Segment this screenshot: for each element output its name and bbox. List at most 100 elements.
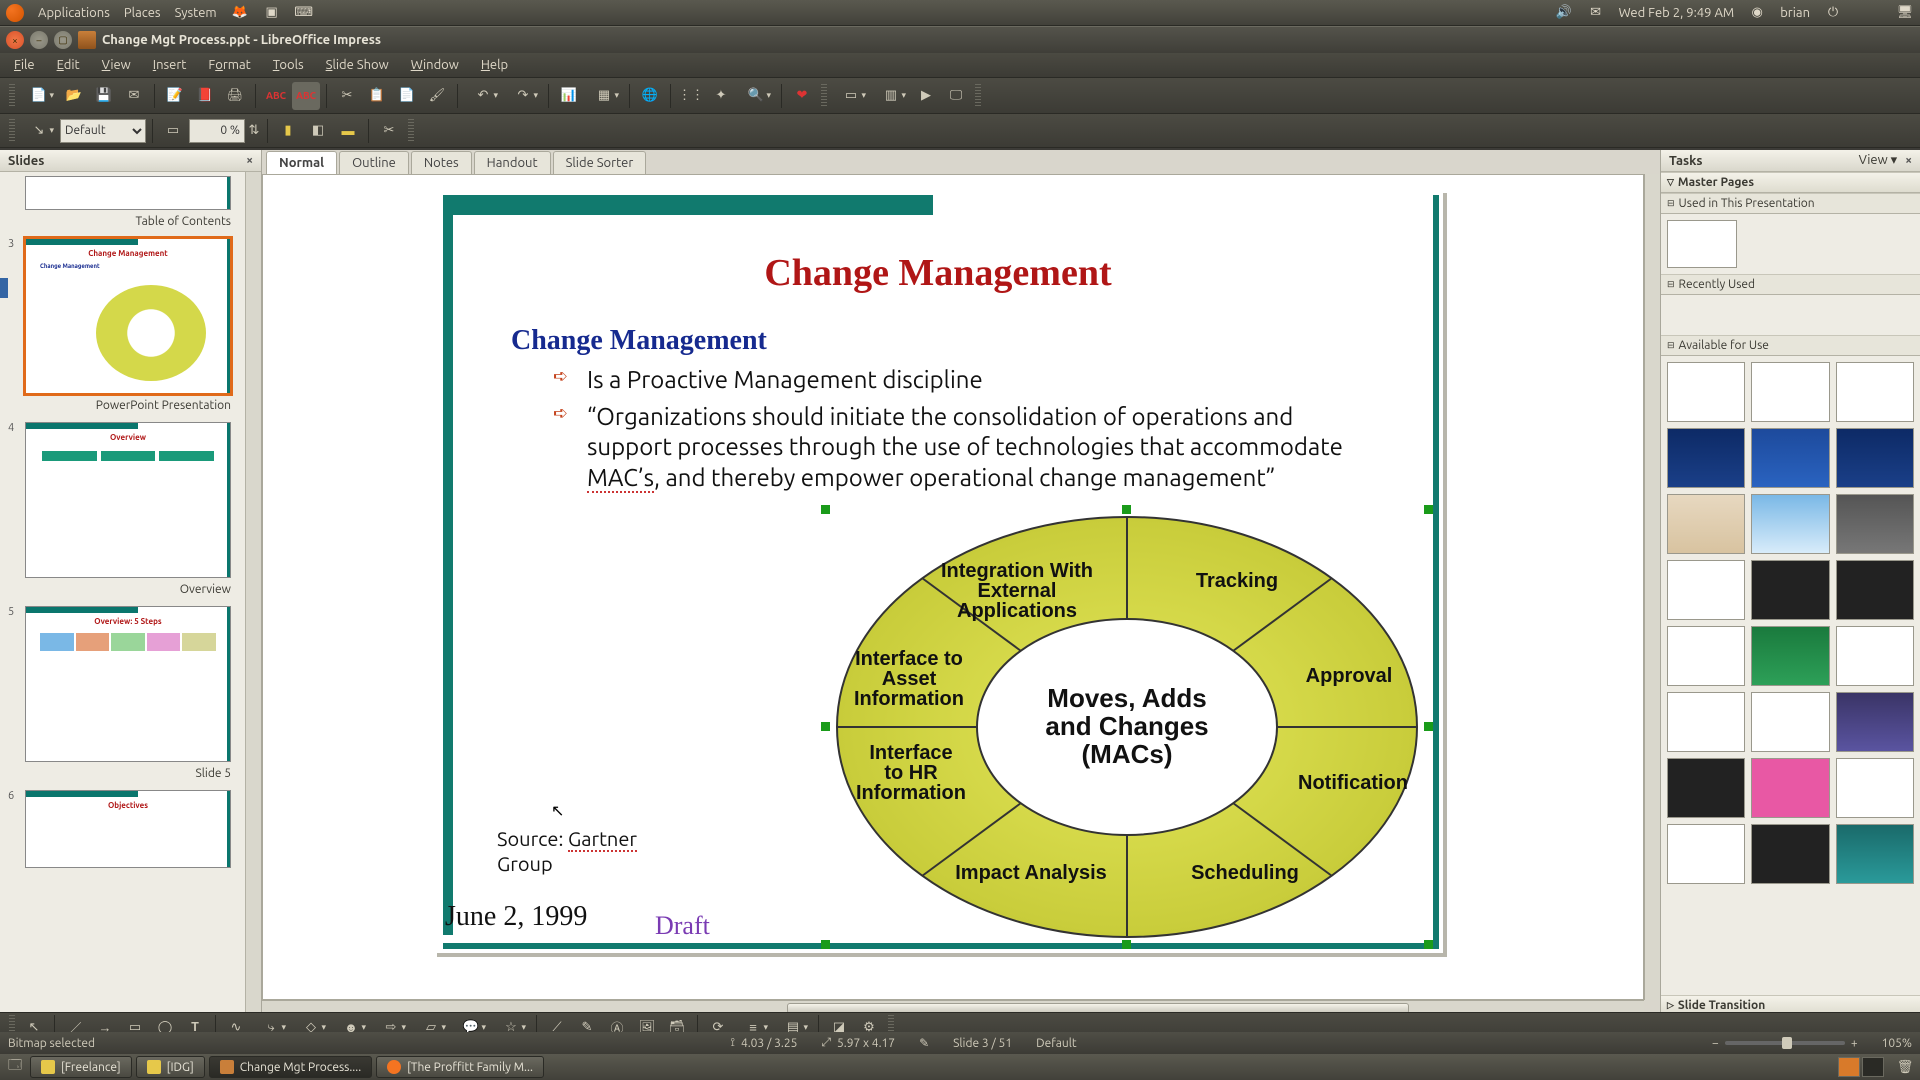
resize-handle[interactable] [1424, 505, 1433, 514]
master-thumb[interactable] [1836, 560, 1914, 620]
bullet-item[interactable]: “Organizations should initiate the conso… [553, 402, 1383, 494]
toolbar-grip[interactable] [975, 84, 981, 108]
slide-subtitle[interactable]: Change Management [511, 325, 767, 357]
master-thumb[interactable] [1836, 824, 1914, 884]
section-available[interactable]: ⊟Available for Use [1661, 335, 1920, 356]
master-thumb[interactable] [1751, 626, 1829, 686]
menu-system[interactable]: System [175, 6, 217, 20]
terminal-icon[interactable]: ⌨ [295, 4, 313, 22]
task-impress[interactable]: Change Mgt Process.... [209, 1056, 372, 1078]
slide-list[interactable]: Table of Contents 3 Change Management Ch… [0, 172, 261, 1016]
master-thumb[interactable] [1751, 758, 1829, 818]
slide-date[interactable]: June 2, 1999 [445, 901, 587, 933]
spinner-buttons[interactable]: ⇅ [247, 117, 261, 145]
autospell-button[interactable]: ABC [292, 82, 320, 110]
menu-slideshow[interactable]: Slide Show [316, 55, 399, 75]
slide-thumb[interactable]: Overview [25, 422, 231, 578]
resize-handle[interactable] [1122, 940, 1131, 949]
menu-applications[interactable]: Applications [38, 6, 110, 20]
toolbar-grip[interactable] [821, 84, 827, 108]
firefox-icon[interactable]: 🦊 [231, 4, 249, 22]
display-icon[interactable]: 🖥 [1896, 4, 1914, 22]
slide-surface[interactable]: Change Management Change Management Is a… [433, 189, 1443, 953]
edit-file-button[interactable]: 📝 [161, 82, 189, 110]
section-recent[interactable]: ⊟Recently Used [1661, 274, 1920, 295]
bullet-item[interactable]: Is a Proactive Management discipline [553, 365, 1383, 396]
task-firefox[interactable]: [The Proffitt Family M... [376, 1056, 544, 1078]
presentation-button[interactable]: 🖵 [942, 82, 970, 110]
area-style-button[interactable]: ▮ [274, 117, 302, 145]
resize-handle[interactable] [1424, 722, 1433, 731]
slide-draft[interactable]: Draft [655, 911, 710, 941]
status-signature[interactable]: ✎ [919, 1036, 929, 1050]
line-style-select[interactable]: Default [60, 119, 146, 143]
master-thumb[interactable] [1751, 560, 1829, 620]
slide-thumb[interactable]: Change Management Change Management [25, 238, 231, 394]
slide-show-button[interactable]: ▶ [912, 82, 940, 110]
menu-help[interactable]: Help [471, 55, 518, 75]
menu-file[interactable]: File [4, 55, 45, 75]
zoom-slider[interactable]: − + [1712, 1037, 1858, 1050]
tab-handout[interactable]: Handout [474, 151, 551, 174]
menu-window[interactable]: Window [401, 55, 469, 75]
menu-places[interactable]: Places [124, 6, 161, 20]
master-thumb[interactable] [1836, 758, 1914, 818]
task-idg[interactable]: [IDG] [136, 1056, 205, 1078]
resize-handle[interactable] [821, 940, 830, 949]
close-panel-icon[interactable]: × [1905, 154, 1912, 167]
close-panel-icon[interactable]: × [246, 154, 253, 167]
master-thumb[interactable] [1667, 824, 1745, 884]
ubuntu-logo-icon[interactable] [6, 4, 24, 22]
slide-layout-button[interactable]: ▭ [832, 82, 870, 110]
master-thumb[interactable] [1836, 692, 1914, 752]
spellcheck-button[interactable]: ABC [262, 82, 290, 110]
navigator-button[interactable]: ✦ [707, 82, 735, 110]
menu-format[interactable]: Format [198, 55, 260, 75]
trash-icon[interactable]: 🗑 [1894, 1056, 1916, 1078]
tab-slidesorter[interactable]: Slide Sorter [553, 151, 647, 174]
section-master-pages[interactable]: ▽Master Pages [1661, 172, 1920, 193]
master-thumb[interactable] [1751, 824, 1829, 884]
window-close-button[interactable]: × [6, 31, 24, 49]
app-launcher-icon[interactable]: ▣ [263, 4, 281, 22]
new-button[interactable]: 📄 [20, 82, 58, 110]
undo-button[interactable]: ↶ [464, 82, 502, 110]
master-thumb[interactable] [1667, 494, 1745, 554]
zoom-button[interactable]: 🔍 [737, 82, 775, 110]
task-freelance[interactable]: [Freelance] [30, 1056, 132, 1078]
email-button[interactable]: ✉ [120, 82, 148, 110]
format-paintbrush-button[interactable]: 🖌 [423, 82, 451, 110]
master-thumb[interactable] [1751, 692, 1829, 752]
volume-icon[interactable]: 🔊 [1555, 4, 1573, 22]
hyperlink-button[interactable]: 🌐 [636, 82, 664, 110]
arrow-style-button[interactable]: ↘ [20, 117, 58, 145]
master-thumb[interactable] [1667, 692, 1745, 752]
slide-canvas[interactable]: Change Management Change Management Is a… [262, 174, 1644, 1000]
menu-edit[interactable]: Edit [47, 55, 90, 75]
slide-design-button[interactable]: ▥ [872, 82, 910, 110]
clock[interactable]: Wed Feb 2, 9:49 AM [1619, 6, 1735, 20]
mail-icon[interactable]: ✉ [1587, 4, 1605, 22]
cut-button[interactable]: ✂ [333, 82, 361, 110]
slide-bullets[interactable]: Is a Proactive Management discipline “Or… [553, 365, 1383, 500]
resize-handle[interactable] [1122, 505, 1131, 514]
line-color-button[interactable]: ▭ [159, 117, 187, 145]
crop-button[interactable]: ✂ [375, 117, 403, 145]
master-grid[interactable] [1661, 356, 1920, 995]
open-button[interactable]: 📂 [60, 82, 88, 110]
window-minimize-button[interactable]: – [30, 31, 48, 49]
tab-normal[interactable]: Normal [266, 151, 337, 174]
chart-button[interactable]: 📊 [555, 82, 583, 110]
master-thumb[interactable] [1836, 362, 1914, 422]
resize-handle[interactable] [821, 722, 830, 731]
master-thumb[interactable] [1667, 220, 1737, 268]
tasks-view-menu[interactable]: View ▾ [1859, 153, 1898, 168]
resize-handle[interactable] [1424, 940, 1433, 949]
toolbar-grip[interactable] [408, 119, 414, 143]
shadow-button[interactable]: ◧ [304, 117, 332, 145]
line-width-input[interactable] [189, 119, 245, 143]
canvas-v-scrollbar[interactable] [1644, 174, 1660, 1000]
print-button[interactable]: 🖨 [221, 82, 249, 110]
paste-button[interactable]: 📄 [393, 82, 421, 110]
grid-button[interactable]: ⋮⋮ [677, 82, 705, 110]
